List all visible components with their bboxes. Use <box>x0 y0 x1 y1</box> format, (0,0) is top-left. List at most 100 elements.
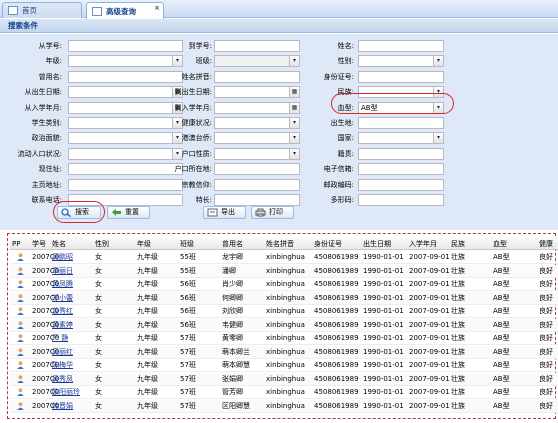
table-row[interactable]: 2007C0 章丽日女九年级 55班 潘卿 xinbinghua 4508061989 19… <box>10 264 558 278</box>
chevron-down-icon[interactable]: ▾ <box>433 133 443 144</box>
table-cell: 57班 <box>180 374 196 383</box>
field-label: 流动人口状况: <box>17 149 62 158</box>
table-row[interactable]: 2007C0 欧阳丽玲女九年级 57班 管芳卿 xinbinghua 4508061989… <box>10 386 558 399</box>
column-header[interactable]: 出生日期 <box>363 238 391 250</box>
table-cell: xinbinghua <box>266 388 305 396</box>
student-name-link[interactable]: 严 静 <box>52 332 68 345</box>
field-label: 国家: <box>337 134 354 143</box>
select-field[interactable]: ▾ <box>214 147 300 160</box>
table-cell: 九年级 <box>137 388 158 396</box>
column-header[interactable]: 年级 <box>137 238 151 250</box>
tab-advanced-search[interactable]: 高级查询 × <box>86 2 164 19</box>
table-cell: AB型 <box>493 347 510 356</box>
column-header[interactable]: 曾用名 <box>222 238 243 250</box>
close-icon[interactable]: × <box>154 4 160 12</box>
table-cell: 1990-01-01 <box>363 266 404 275</box>
select-field[interactable]: ▾ <box>214 117 300 129</box>
column-header[interactable]: 健康 <box>539 238 553 250</box>
column-header[interactable]: 身份证号 <box>314 238 342 250</box>
text-field[interactable] <box>214 40 300 52</box>
user-icon <box>17 334 24 342</box>
table-cell: 萌本卿兰 <box>222 347 250 356</box>
text-field[interactable] <box>358 117 444 129</box>
table-cell: 55班 <box>180 266 196 275</box>
reset-button-label: 重置 <box>125 208 139 216</box>
field-label: 现住址: <box>38 165 62 174</box>
table-cell: 良好 <box>539 253 553 261</box>
text-field[interactable] <box>358 147 444 160</box>
table-cell: AB型 <box>493 388 510 396</box>
column-header[interactable]: 姓名拼音 <box>266 238 294 250</box>
student-name-link[interactable]: 黄凤腾 <box>52 278 73 291</box>
select-field[interactable]: ▾ <box>214 132 300 145</box>
text-field[interactable] <box>358 40 444 52</box>
text-field[interactable] <box>358 163 444 176</box>
student-name-link[interactable]: 韩晋娟 <box>52 400 73 413</box>
student-name-link[interactable]: 吴丽红 <box>52 346 73 359</box>
table-cell: 4508061989 <box>314 374 359 383</box>
date-field[interactable]: ▦ <box>214 86 300 99</box>
student-name-link[interactable]: 欧阳丽玲 <box>52 386 80 399</box>
table-row[interactable]: 2007C0 韩晋娟女九年级 57班 区阳卿慧 xinbinghua 4508061989… <box>10 399 558 413</box>
text-field[interactable] <box>214 178 300 191</box>
student-name-link[interactable]: 曾秀红 <box>52 305 73 318</box>
table-row[interactable]: 2007C0 曾秀红女九年级 56班 刘欣卿 xinbinghua 4508061989 1… <box>10 305 558 318</box>
print-button[interactable]: 打印 <box>251 206 294 219</box>
table-row[interactable]: 2007C0 吴鹏昭女九年级 55班 龙宇卿 xinbinghua 4508061989 1… <box>10 251 558 264</box>
student-name-link[interactable]: 吴鹏昭 <box>52 251 73 264</box>
table-row[interactable]: 2007C0 吴秀凤女九年级 57班 张娟卿 xinbinghua 4508061989 1… <box>10 372 558 386</box>
printer-icon <box>255 208 266 217</box>
table-row[interactable]: 2007C0 严 静女九年级 57班 黄零卿 xinbinghua 4508061989 1… <box>10 332 558 345</box>
column-header[interactable]: 姓名 <box>52 238 66 250</box>
table-row[interactable]: 2007C0 吴丽红女九年级 57班 萌本卿兰 xinbinghua 4508061989… <box>10 345 558 359</box>
student-name-link[interactable]: 章丽日 <box>52 265 73 278</box>
table-cell: 韦健卿 <box>222 320 243 329</box>
text-field[interactable] <box>214 163 300 176</box>
table-row[interactable]: 2007C0 黄凤腾女九年级 56班 肖少卿 xinbinghua 4508061989 1… <box>10 278 558 291</box>
column-header[interactable]: 入学年月 <box>409 238 437 250</box>
text-field[interactable] <box>214 70 300 83</box>
table-cell: 女 <box>95 253 102 261</box>
text-field[interactable] <box>358 70 444 83</box>
table-cell: 4508061989 <box>314 293 359 302</box>
column-header[interactable]: 性别 <box>95 238 109 250</box>
table-cell: 壮族 <box>451 361 465 369</box>
date-field[interactable]: ▦ <box>214 101 300 114</box>
column-header[interactable]: 民族 <box>451 238 465 250</box>
table-cell: 管芳卿 <box>222 388 243 396</box>
table-cell: AB型 <box>493 266 510 275</box>
tab-home[interactable]: 首页 <box>2 2 82 18</box>
student-name-link[interactable]: 陈梅华 <box>52 359 73 372</box>
column-header[interactable]: 班级 <box>180 238 194 250</box>
bloodtype-highlight <box>331 93 454 114</box>
student-name-link[interactable]: 黄素婷 <box>52 319 73 332</box>
student-name-link[interactable]: 郑小蕾 <box>52 292 73 305</box>
text-field[interactable] <box>358 178 444 191</box>
select-field[interactable]: ▾ <box>358 132 444 145</box>
export-icon <box>207 208 218 217</box>
table-cell: 九年级 <box>137 280 158 288</box>
column-header[interactable]: 血型 <box>493 238 507 250</box>
table-cell: xinbinghua <box>266 361 305 369</box>
table-row[interactable]: 2007C0 郑小蕾女九年级 56班 何卿卿 xinbinghua 4508061989 1… <box>10 291 558 305</box>
table-cell: 1990-01-01 <box>363 388 404 396</box>
user-icon <box>17 320 24 329</box>
text-field[interactable] <box>358 194 444 206</box>
table-cell: 良好 <box>539 388 553 396</box>
text-field[interactable] <box>214 194 300 206</box>
user-icon <box>17 361 24 369</box>
reset-button[interactable]: 重置 <box>107 206 150 219</box>
table-row[interactable]: 2007C0 黄素婷女九年级 56班 韦健卿 xinbinghua 4508061989 1… <box>10 318 558 332</box>
user-icon <box>17 293 24 302</box>
table-row[interactable]: 2007C0 陈梅华女九年级 57班 萌本卿慧 xinbinghua 4508061989… <box>10 359 558 372</box>
chevron-down-icon[interactable]: ▾ <box>433 56 443 67</box>
table-cell: 57班 <box>180 361 196 369</box>
select-field[interactable]: ▾ <box>358 55 444 68</box>
student-name-link[interactable]: 吴秀凤 <box>52 373 73 386</box>
table-cell: AB型 <box>493 293 510 302</box>
field-label: 姓名拼音: <box>181 72 212 81</box>
table-cell: 女 <box>95 293 102 302</box>
export-button[interactable]: 导出 <box>203 206 246 219</box>
column-header[interactable]: 学号 <box>32 238 46 250</box>
table-cell: 1990-01-01 <box>363 374 404 383</box>
